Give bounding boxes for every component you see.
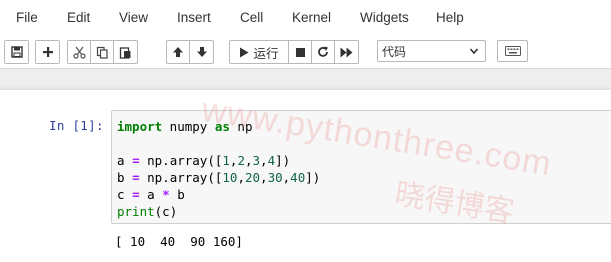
code-line-1: import numpy as np [117, 119, 253, 134]
menu-widgets[interactable]: Widgets [360, 10, 409, 25]
menu-insert[interactable]: Insert [177, 10, 211, 25]
command-palette-button[interactable] [497, 40, 528, 62]
play-icon [240, 47, 249, 57]
menu-cell[interactable]: Cell [240, 10, 263, 25]
chevron-down-icon [469, 48, 479, 55]
stop-icon [295, 47, 305, 57]
code-line-4: b = np.array([10,20,30,40]) [117, 170, 321, 185]
move-group [166, 40, 214, 64]
interrupt-button[interactable] [289, 41, 312, 63]
menu-file[interactable]: File [16, 10, 38, 25]
copy-icon [96, 46, 108, 59]
move-down-button[interactable] [190, 41, 213, 63]
edit-group [67, 40, 138, 64]
paste-icon [119, 46, 131, 59]
save-icon [10, 46, 23, 58]
input-prompt: In [1]: [49, 118, 104, 133]
plus-icon [42, 47, 53, 57]
menu-edit[interactable]: Edit [67, 10, 90, 25]
code-line-3: a = np.array([1,2,3,4]) [117, 153, 291, 168]
menu-kernel[interactable]: Kernel [292, 10, 331, 25]
insert-cell-button[interactable] [36, 41, 59, 63]
menu-bar: File Edit View Insert Cell Kernel Widget… [0, 0, 611, 36]
notebook-container: In [1]: import numpy as np a = np.array(… [0, 90, 611, 262]
toolbar: 运行 代码 [0, 36, 611, 68]
cut-icon [72, 46, 86, 59]
cell-type-select[interactable]: 代码 [377, 40, 486, 62]
run-label: 运行 [253, 45, 279, 61]
menu-help[interactable]: Help [436, 10, 464, 25]
copy-button[interactable] [91, 41, 114, 63]
code-cell-input[interactable]: import numpy as np a = np.array([1,2,3,4… [111, 110, 611, 224]
restart-icon [318, 46, 328, 57]
save-group [4, 40, 29, 64]
run-group: 运行 [229, 40, 359, 64]
paste-button[interactable] [114, 41, 137, 63]
arrow-up-icon [173, 47, 183, 57]
run-all-button[interactable] [335, 41, 358, 63]
header-divider [0, 68, 611, 69]
keyboard-icon [504, 46, 521, 56]
menu-view[interactable]: View [119, 10, 148, 25]
cell-output: [ 10 40 90 160] [115, 234, 243, 249]
save-button[interactable] [5, 41, 28, 63]
move-up-button[interactable] [167, 41, 190, 63]
fast-forward-icon [340, 47, 353, 57]
restart-button[interactable] [312, 41, 335, 63]
run-button[interactable]: 运行 [230, 41, 289, 63]
cell-type-value: 代码 [382, 44, 407, 59]
insert-group [35, 40, 60, 64]
code-line-5: c = a * b [117, 187, 185, 202]
arrow-down-icon [196, 47, 207, 57]
cut-button[interactable] [68, 41, 91, 63]
code-line-6: print(c) [117, 204, 178, 219]
